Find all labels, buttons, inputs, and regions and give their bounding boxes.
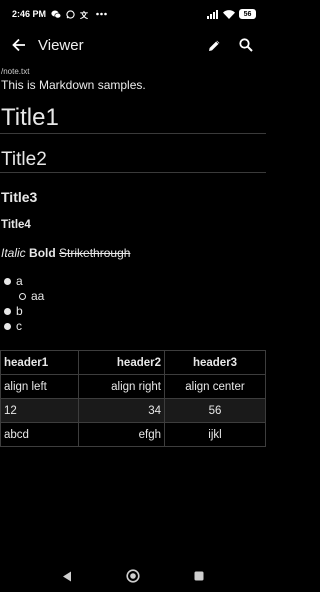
system-nav-bar [0, 560, 266, 592]
table-header: header2 [77, 350, 166, 375]
status-bar: 2:46 PM 文 56 [0, 0, 266, 28]
heading-2: Title2 [0, 147, 266, 173]
bullet-icon [4, 323, 11, 330]
markdown-table: header1 header2 header3 align left align… [0, 350, 266, 447]
wifi-icon [223, 9, 235, 19]
table-header-row: header1 header2 header3 [0, 350, 266, 375]
markdown-viewer: /note.txt This is Markdown samples. Titl… [0, 66, 266, 447]
list-item-text: aa [31, 289, 45, 303]
table-header: header3 [164, 350, 266, 375]
table-cell: abcd [0, 422, 79, 447]
strikethrough-text: Strikethrough [59, 246, 131, 260]
back-button[interactable] [0, 28, 38, 62]
status-time: 2:46 PM [12, 9, 47, 19]
table-cell: align center [164, 374, 266, 399]
table-cell: align right [77, 374, 166, 399]
bullet-icon [4, 308, 11, 315]
table-cell: efgh [77, 422, 166, 447]
nav-home-button[interactable] [123, 566, 143, 586]
table-cell: ijkl [164, 422, 266, 447]
battery-icon: 56 [239, 9, 256, 19]
home-circle-icon [126, 569, 140, 583]
nav-recents-button[interactable] [189, 566, 209, 586]
edit-button[interactable] [200, 31, 228, 59]
table-cell: 56 [164, 398, 266, 423]
arrow-back-icon [12, 38, 25, 52]
heading-3: Title3 [1, 189, 38, 205]
table-cell: align left [0, 374, 79, 399]
nav-back-button[interactable] [57, 566, 77, 586]
pencil-icon [208, 40, 219, 51]
search-icon [239, 38, 253, 52]
table-row: align left align right align center [0, 374, 266, 399]
list-item-text: b [16, 304, 23, 318]
svg-text:文: 文 [80, 10, 89, 19]
table-row: abcd efgh ijkl [0, 422, 266, 447]
back-triangle-icon [63, 571, 71, 581]
list-item: b [0, 304, 266, 319]
table-row: 12 34 56 [0, 398, 266, 423]
heading-4: Title4 [1, 219, 31, 231]
table-header: header1 [0, 350, 79, 375]
search-button[interactable] [232, 31, 260, 59]
signal-icon [207, 9, 219, 19]
whatsapp-icon [66, 9, 75, 19]
text-styles-paragraph: Italic Bold Strikethrough [0, 245, 266, 262]
file-path: /note.txt [1, 67, 30, 76]
list-item: a [0, 274, 266, 289]
hollow-bullet-icon [19, 293, 26, 300]
app-bar: Viewer [0, 28, 266, 62]
more-icon [96, 12, 107, 16]
table-cell: 34 [77, 398, 166, 423]
intro-paragraph: This is Markdown samples. [1, 78, 146, 92]
recents-square-icon [194, 571, 204, 581]
table-cell: 12 [0, 398, 79, 423]
translate-icon: 文 [80, 10, 91, 19]
italic-text: Italic [1, 246, 26, 260]
list-item-nested: aa [0, 289, 266, 304]
bold-text: Bold [29, 246, 56, 260]
wechat-icon [51, 10, 62, 19]
list-item: c [0, 319, 266, 334]
bullet-icon [4, 278, 11, 285]
page-title: Viewer [38, 36, 84, 54]
list-item-text: a [16, 274, 23, 288]
heading-1: Title1 [0, 102, 266, 134]
list-item-text: c [16, 319, 22, 333]
bullet-list: a aa b c [0, 274, 266, 334]
